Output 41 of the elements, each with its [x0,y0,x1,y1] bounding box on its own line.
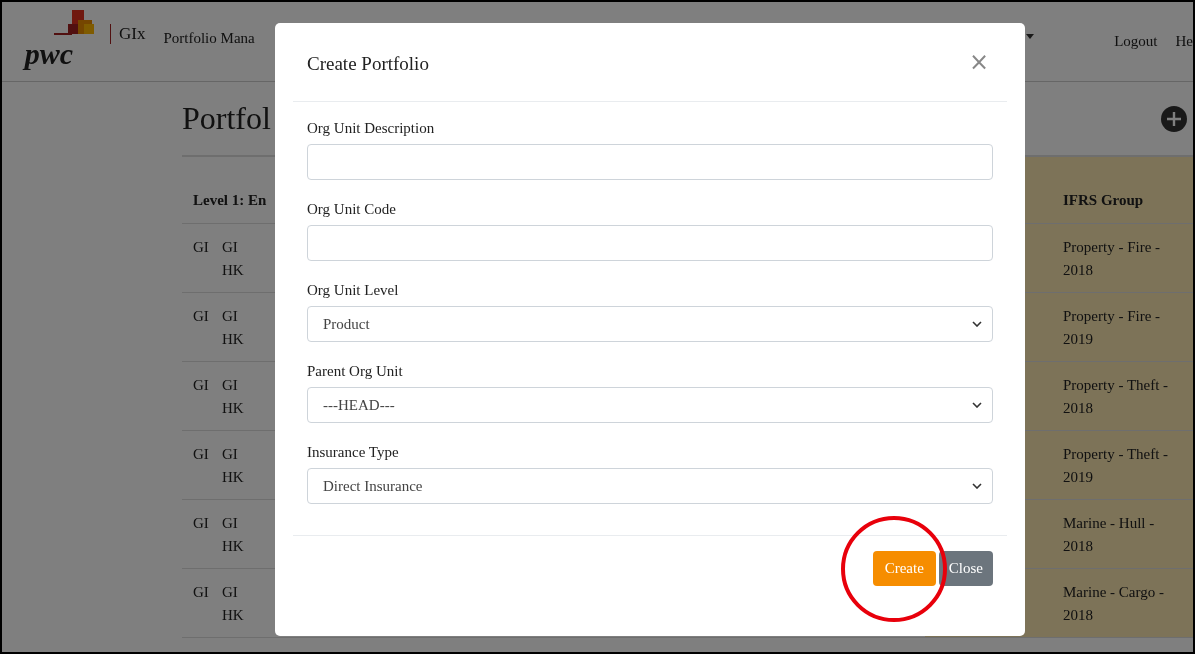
select-value: ---HEAD--- [323,396,395,414]
page-title: Portfol [182,100,271,137]
table-cell-text: GI HK [222,376,245,418]
caret-icon [1026,34,1035,39]
close-button[interactable]: Close [938,551,993,586]
table-cell-text: GI HK [222,445,245,487]
create-button[interactable]: Create [872,551,936,586]
select-value: Direct Insurance [323,477,423,495]
select-field[interactable]: ---HEAD--- [307,387,993,423]
chevron-icon [972,402,982,408]
logo-text: pwc [24,39,74,68]
add-icon [1161,105,1187,132]
chevron-icon [972,483,982,489]
table-cell-text: GI HK [222,514,245,556]
chevron-icon [972,321,982,327]
table-cell-text: GI HK [222,307,245,349]
table-cell-text: GI [192,376,210,395]
table-cell-text: GI [192,238,210,257]
field-label: Org Unit Description [307,119,436,138]
header-link[interactable]: Logout [1114,33,1158,50]
product-name: GIx [110,24,146,44]
field-label: Insurance Type [307,443,400,462]
select-value: Product [323,315,370,333]
select-field[interactable]: Product [307,306,993,342]
field-label: Org Unit Code [307,200,397,219]
table-cell-text: GI HK [222,583,245,625]
table-cell-text: GI [192,514,210,533]
header-link[interactable]: He [1175,33,1193,50]
table-cell-text: GI [192,583,210,602]
field-label: Parent Org Unit [307,362,404,381]
input-field[interactable] [307,144,993,180]
table-cell-text: GI HK [222,238,245,280]
close-button[interactable]: × [964,48,993,76]
column-header: Level 1: En [192,191,267,210]
table-cell-text: GI [192,445,210,464]
table-cell-text: GI [192,307,210,326]
input-field[interactable] [307,225,993,261]
modal-title: Create Portfolio [307,53,429,75]
select-field[interactable]: Direct Insurance [307,468,993,504]
nav-link[interactable]: Portfolio Mana [163,30,255,47]
field-label: Org Unit Level [307,281,400,300]
